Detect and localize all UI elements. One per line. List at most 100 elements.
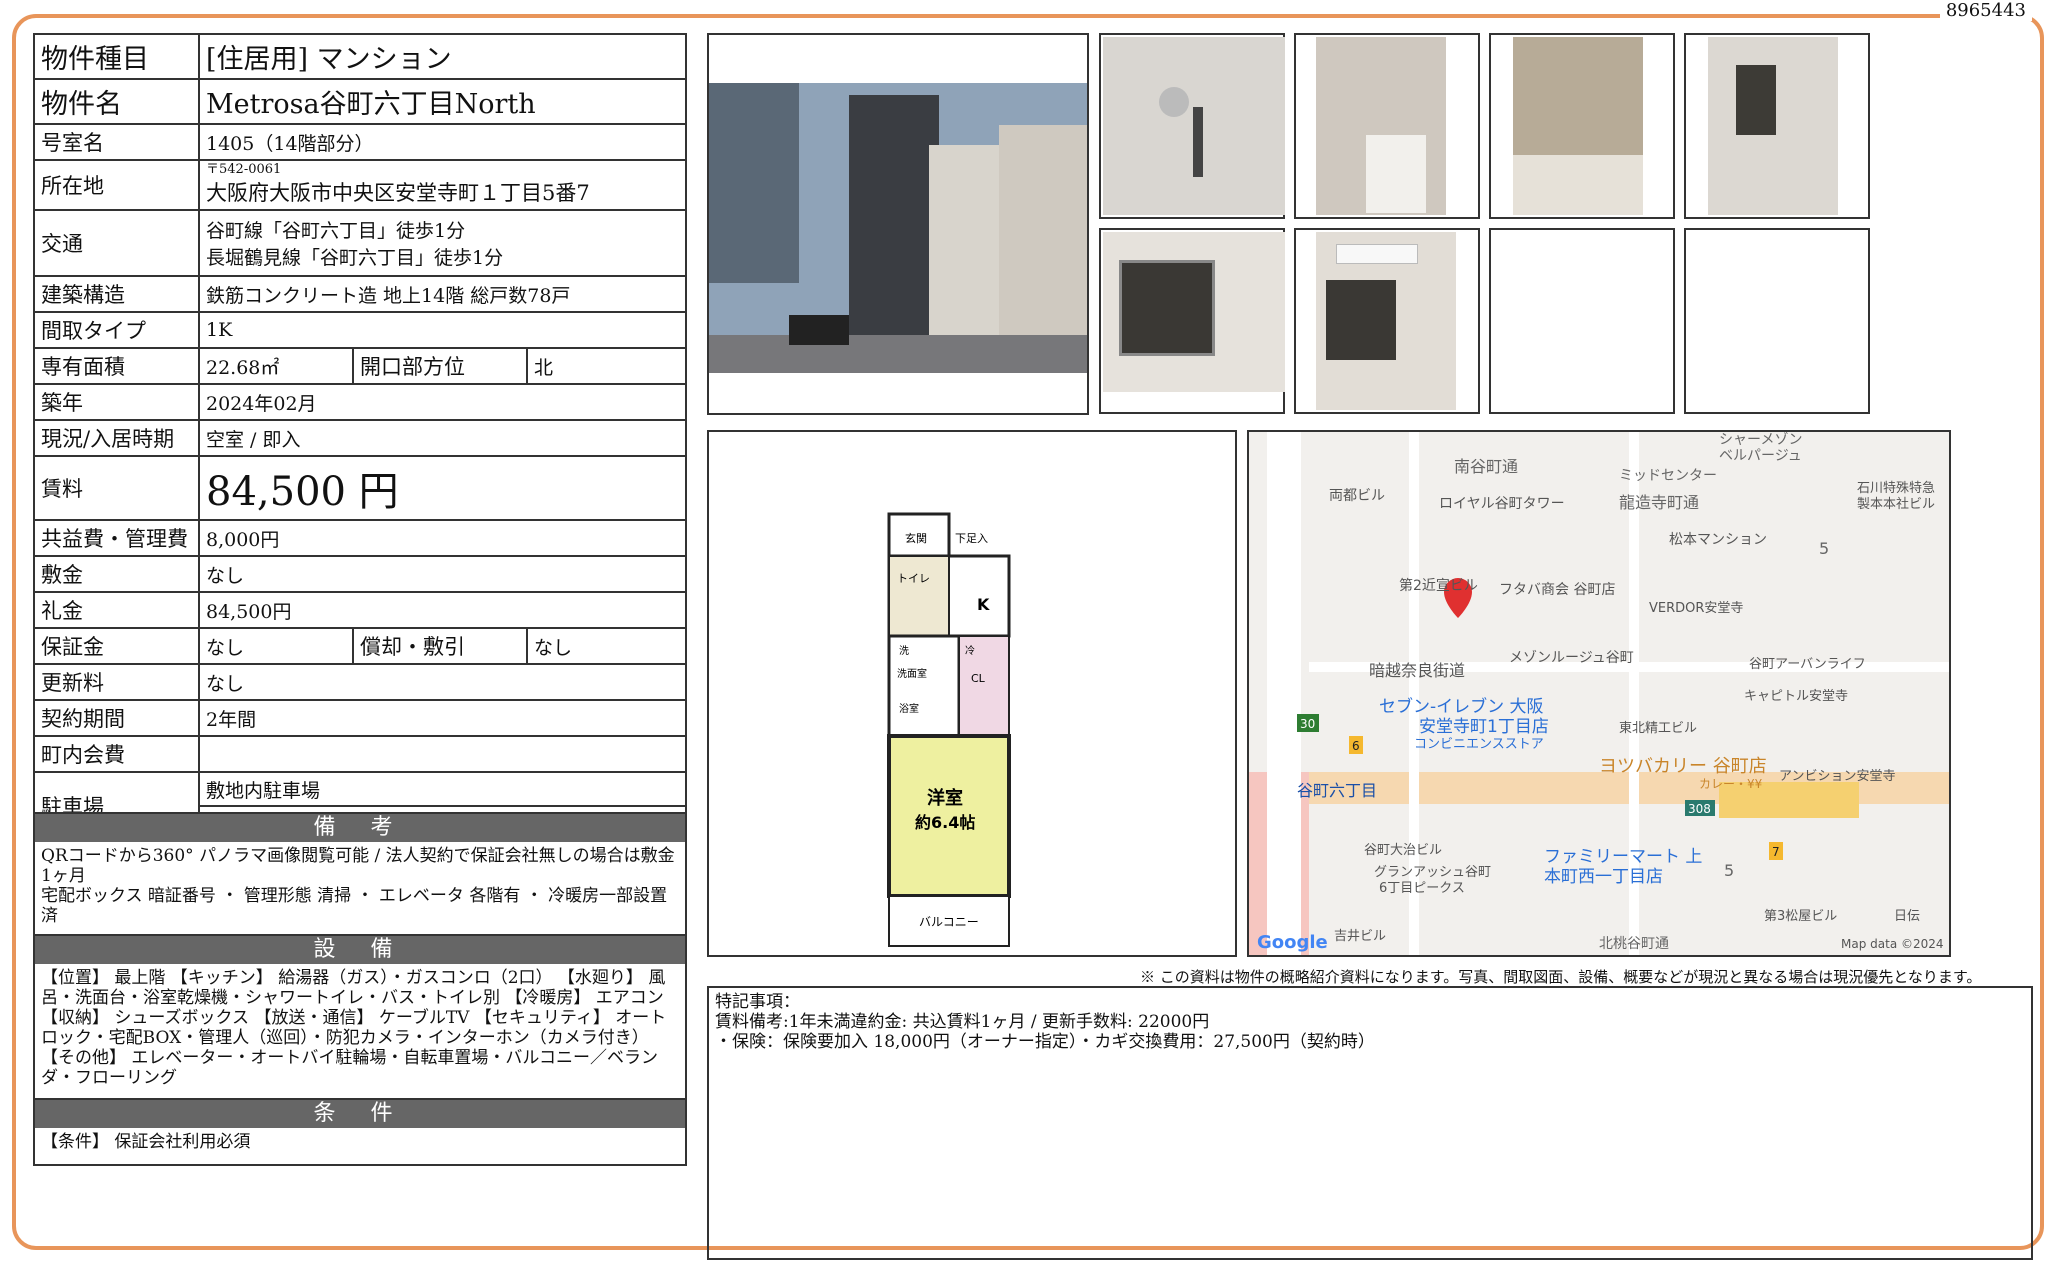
spec-value: 84,500円 xyxy=(198,591,687,629)
plan-label-room-size: 約6.4帖 xyxy=(915,813,975,832)
plan-label-bath: 浴室 xyxy=(899,702,919,715)
map-label: フタバ商会 谷町店 xyxy=(1499,582,1615,598)
map-label: 谷町アーバンライフ xyxy=(1749,657,1866,672)
biko-line: 宅配ボックス 暗証番号 ・ 管理形態 清掃 ・ エレベータ 各階有 ・ 冷暖房一… xyxy=(41,886,668,926)
spec-label: 保証金 xyxy=(33,627,200,665)
disclaimer-note: ※ この資料は物件の概略紹介資料になります。写真、間取図面、設備、概要などが現況… xyxy=(1140,968,1982,986)
spec-label: 町内会費 xyxy=(33,735,200,773)
floor-plan: 玄関 下足入 トイレ K 洗 冷 洗面室 浴室 CL 洋室 約6.4帖 バルコニ… xyxy=(707,430,1237,957)
spec-value: 北 xyxy=(526,347,687,385)
map-label: グランアッシュ谷町 xyxy=(1374,865,1491,880)
spec-label: 専有面積 xyxy=(33,347,200,385)
spec-value: 2024年02月 xyxy=(198,383,687,421)
spec-label: 開口部方位 xyxy=(352,347,528,385)
map-label: ヨツバカリー 谷町店 xyxy=(1599,756,1767,777)
joken-section: 条 件 【条件】 保証会社利用必須 xyxy=(33,1098,687,1166)
building-photo[interactable] xyxy=(707,33,1089,415)
remarks-line: 賃料備考:1年未満違約金: 共込賃料1ヶ月 / 更新手数料: 22000円 xyxy=(715,1012,1210,1032)
room-aircon-photo[interactable] xyxy=(1294,228,1480,414)
map-label: VERDOR安堂寺 xyxy=(1649,601,1743,616)
photo-image xyxy=(1193,107,1203,177)
photo-image xyxy=(1326,280,1396,360)
map-label: 東北精工ビル xyxy=(1619,720,1697,736)
map-label: 南谷町通 xyxy=(1454,457,1518,476)
spec-label: 号室名 xyxy=(33,123,200,161)
plan-label-wash: 洗 xyxy=(899,645,909,657)
photo-image xyxy=(1513,155,1643,215)
section-header: 備 考 xyxy=(35,814,685,842)
special-remarks: 特記事項： 賃料備考:1年未満違約金: 共込賃料1ヶ月 / 更新手数料: 220… xyxy=(707,986,2033,1260)
empty-photo-slot xyxy=(1684,228,1870,414)
spec-label: 物件名 xyxy=(33,78,200,125)
access-cell: 谷町線「谷町六丁目」徒歩1分長堀鶴見線「谷町六丁目」徒歩1分 xyxy=(198,209,687,277)
shower-photo[interactable] xyxy=(1099,33,1285,219)
spec-label: 契約期間 xyxy=(33,699,200,737)
map-label: 石川特殊特急 xyxy=(1857,481,1935,496)
map-label: ミッドセンター xyxy=(1619,468,1717,484)
building-photo-image xyxy=(709,83,1087,373)
map-label: ファミリーマート 上 xyxy=(1544,847,1702,867)
spec-value: 敷地内駐車場 xyxy=(198,771,687,807)
plan-label-kitchen: K xyxy=(977,595,990,614)
access-line: 谷町線「谷町六丁目」徒歩1分 xyxy=(206,220,466,242)
plan-label-entrance: 玄関 xyxy=(905,531,927,545)
access-line: 長堀鶴見線「谷町六丁目」徒歩1分 xyxy=(206,247,504,269)
location-map[interactable]: シャーメゾン ベルパージュ 南谷町通 ミッドセンター 石川特殊特急 製本本社ビル… xyxy=(1247,430,1951,957)
spec-label: 礼金 xyxy=(33,591,200,629)
plan-label-reizo: 冷 xyxy=(965,644,975,657)
room-window-photo[interactable] xyxy=(1099,228,1285,414)
plan-label-senmen: 洗面室 xyxy=(897,667,927,680)
spec-value: 2年間 xyxy=(198,699,687,737)
map-label: セブン-イレブン 大阪 xyxy=(1379,696,1544,717)
map-label: メゾンルージュ谷町 xyxy=(1509,650,1634,666)
photo-image xyxy=(1336,244,1418,264)
map-label: 吉井ビル xyxy=(1334,929,1386,944)
photo-image xyxy=(1159,87,1189,117)
washroom-photo[interactable] xyxy=(1294,33,1480,219)
route-sign: 6 xyxy=(1352,739,1360,753)
plan-label-balcony: バルコニー xyxy=(919,915,979,929)
map-label: コンビニエンスストア xyxy=(1414,737,1544,752)
photo-image xyxy=(1736,65,1776,135)
section-header: 設 備 xyxy=(35,936,685,964)
spec-label: 所在地 xyxy=(33,159,200,211)
remarks-line: ・保険：保険要加入 18,000円（オーナー指定）・カギ交換費用：27,500円… xyxy=(715,1032,1375,1052)
map-label: キャピトル安堂寺 xyxy=(1744,689,1848,704)
room-photo[interactable] xyxy=(1684,33,1870,219)
property-spec-table: 物件種目 [住居用] マンション 物件名 Metrosa谷町六丁目North 号室名… xyxy=(33,33,687,841)
map-label: 谷町大治ビル xyxy=(1364,843,1442,858)
block-number: 5 xyxy=(1819,539,1829,558)
route-sign: 30 xyxy=(1300,717,1315,731)
map-label: アンビション安堂寺 xyxy=(1779,769,1895,784)
bathroom-photo[interactable] xyxy=(1489,33,1675,219)
floor-plan-drawing: 玄関 下足入 トイレ K 洗 冷 洗面室 浴室 CL 洋室 約6.4帖 バルコニ… xyxy=(887,512,1011,947)
route-sign: 7 xyxy=(1772,845,1780,859)
spec-value: なし xyxy=(198,663,687,701)
remarks-title: 特記事項： xyxy=(715,992,800,1012)
document-id: 8965443 xyxy=(1939,0,2032,21)
setsubi-section: 設 備 【位置】 最上階 【キッチン】 給湯器（ガス）・ガスコンロ（2口） 【水… xyxy=(33,934,687,1100)
spec-label: 交通 xyxy=(33,209,200,277)
postal-code: 〒542-0061 xyxy=(206,162,282,177)
map-label: 両都ビル xyxy=(1329,488,1385,504)
google-logo: Google xyxy=(1257,932,1328,953)
spec-label: 物件種目 xyxy=(33,33,200,80)
plan-label-room: 洋室 xyxy=(927,787,963,809)
map-label: 暗越奈良街道 xyxy=(1369,661,1465,680)
biko-section: 備 考 QRコードから360° パノラマ画像閲覧可能 / 法人契約で保証会社無し… xyxy=(33,812,687,936)
address: 大阪府大阪市中央区安堂寺町１丁目5番7 xyxy=(206,181,590,205)
map-label: 本町西一丁目店 xyxy=(1544,867,1663,887)
joken-text: 【条件】 保証会社利用必須 xyxy=(41,1132,251,1152)
block-number: 5 xyxy=(1724,861,1734,880)
map-label: ロイヤル谷町タワー xyxy=(1439,496,1565,512)
spec-label: 間取タイプ xyxy=(33,311,200,349)
map-label: 日伝 xyxy=(1894,909,1920,924)
map-label: 第3松屋ビル xyxy=(1764,909,1837,924)
spec-label: 賃料 xyxy=(33,455,200,521)
map-canvas: シャーメゾン ベルパージュ 南谷町通 ミッドセンター 石川特殊特急 製本本社ビル… xyxy=(1249,432,1949,955)
spec-value: [住居用] マンション xyxy=(198,33,687,80)
plan-label-shoebox: 下足入 xyxy=(955,532,988,545)
spec-value xyxy=(198,735,687,773)
map-label: ベルパージュ xyxy=(1719,448,1802,464)
spec-label: 共益費・管理費 xyxy=(33,519,200,557)
